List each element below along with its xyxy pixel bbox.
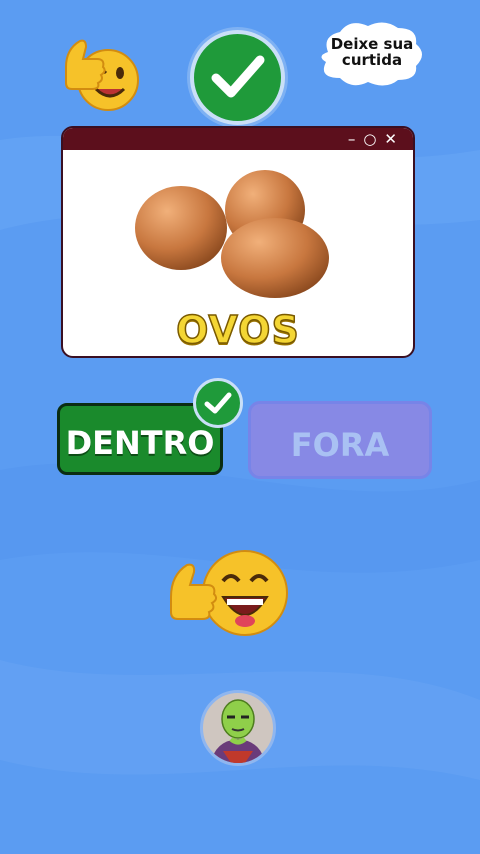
bubble-line-1: Deixe sua <box>330 35 414 53</box>
inside-answer-label: DENTRO <box>65 424 215 462</box>
close-icon[interactable]: ✕ <box>384 131 397 147</box>
wink-thumbs-up-emoji-icon <box>65 39 139 111</box>
correct-check-icon <box>190 30 285 125</box>
laughing-thumbs-up-emoji-icon <box>170 550 288 636</box>
bubble-line-2: curtida <box>341 51 403 69</box>
selected-check-icon <box>193 378 243 428</box>
avatar-character-icon <box>211 699 265 763</box>
outside-answer-button[interactable]: FORA <box>248 401 432 479</box>
item-word: OVOS <box>175 307 300 353</box>
window-titlebar: – ○ ✕ <box>63 128 413 150</box>
outside-answer-label: FORA <box>290 426 390 464</box>
maximize-icon[interactable]: ○ <box>363 131 376 147</box>
item-card-window: – ○ ✕ OVOS <box>61 126 415 358</box>
eggs-image <box>135 170 329 298</box>
avatar[interactable] <box>200 690 276 766</box>
minimize-icon[interactable]: – <box>348 131 356 147</box>
like-prompt-text: Deixe sua curtida <box>318 36 426 68</box>
